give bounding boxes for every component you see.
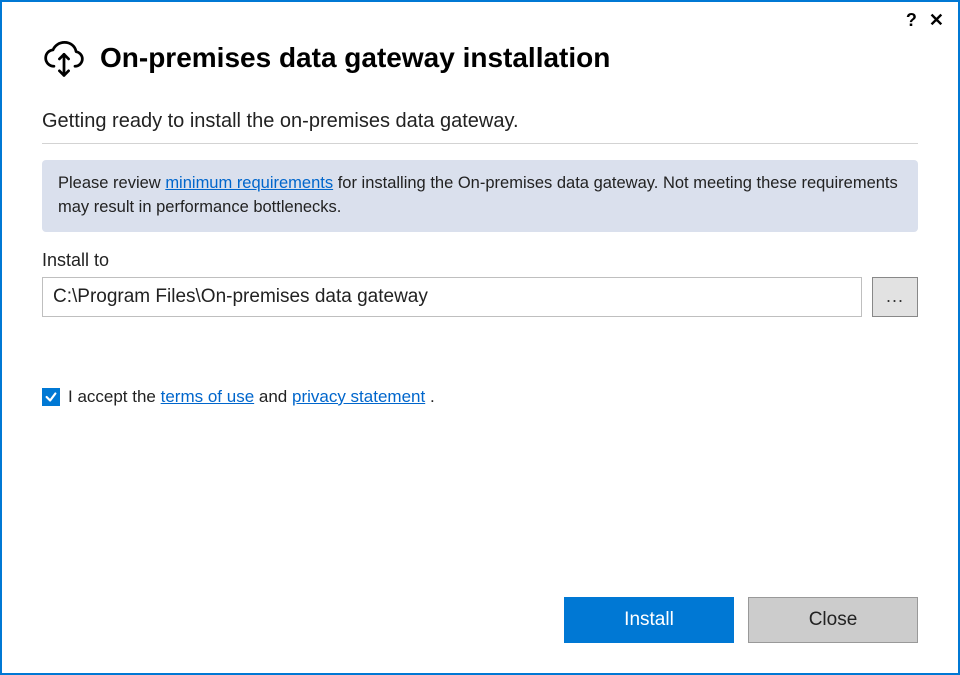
minimum-requirements-link[interactable]: minimum requirements (165, 174, 333, 192)
accept-checkbox[interactable] (42, 388, 60, 406)
browse-button[interactable]: ... (872, 277, 918, 317)
content-area: On-premises data gateway installation Ge… (2, 32, 958, 577)
subtitle: Getting ready to install the on-premises… (42, 110, 918, 144)
install-path-input[interactable] (42, 277, 862, 317)
terms-of-use-link[interactable]: terms of use (161, 387, 255, 406)
close-button[interactable]: Close (748, 597, 918, 643)
footer: Install Close (2, 577, 958, 673)
cloud-upload-icon (42, 36, 86, 80)
install-button[interactable]: Install (564, 597, 734, 643)
titlebar: ? ✕ (2, 2, 958, 32)
install-to-label: Install to (42, 250, 918, 271)
accept-terms-row: I accept the terms of use and privacy st… (42, 387, 918, 407)
requirements-info-box: Please review minimum requirements for i… (42, 160, 918, 232)
close-icon[interactable]: ✕ (927, 10, 946, 31)
installer-window: ? ✕ On-premises data gateway installatio… (0, 0, 960, 675)
page-title: On-premises data gateway installation (100, 42, 610, 74)
help-icon[interactable]: ? (906, 10, 917, 31)
accept-text: I accept the terms of use and privacy st… (68, 387, 435, 407)
privacy-statement-link[interactable]: privacy statement (292, 387, 425, 406)
header: On-premises data gateway installation (42, 36, 918, 80)
install-path-row: ... (42, 277, 918, 317)
info-prefix: Please review (58, 174, 165, 192)
